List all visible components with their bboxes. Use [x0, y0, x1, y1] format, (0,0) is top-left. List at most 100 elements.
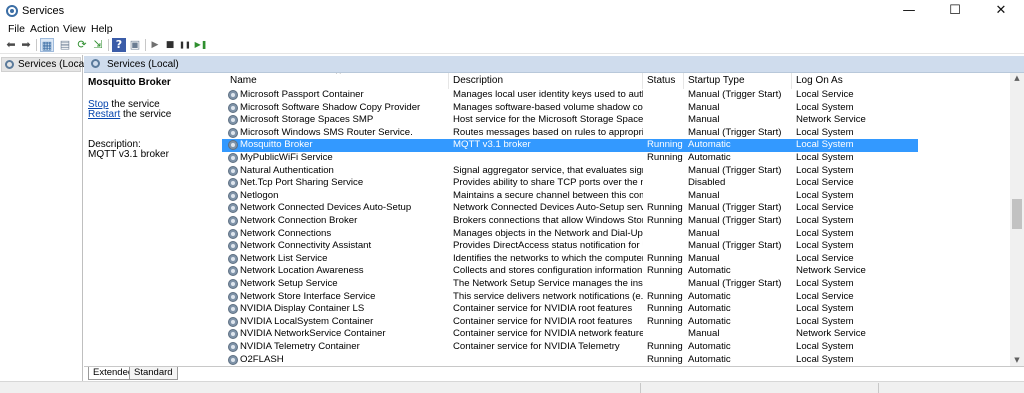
service-gear-icon: [228, 241, 238, 252]
close-button[interactable]: ✕: [978, 0, 1024, 22]
service-startup-type: Automatic: [688, 152, 731, 163]
table-row[interactable]: Natural Authentication Signal aggregator …: [222, 165, 1010, 178]
service-gear-icon: [228, 342, 238, 352]
service-name: MyPublicWiFi Service: [240, 152, 333, 163]
table-row[interactable]: Network Connected Devices Auto-Setup Netw…: [222, 202, 1010, 215]
service-description: Container service for NVIDIA root featur…: [453, 303, 633, 315]
service-startup-type: Manual: [688, 252, 720, 264]
restart-service-suffix: the service: [120, 109, 172, 120]
maximize-button[interactable]: ☐: [932, 0, 978, 22]
table-row[interactable]: Microsoft Windows SMS Router Service. Rou…: [222, 127, 1010, 140]
status-bar: [0, 381, 1024, 393]
menu-action[interactable]: Action: [30, 23, 59, 35]
service-gear-icon: [228, 279, 238, 289]
service-log-on-as: Local System: [796, 152, 854, 163]
mmc-icon[interactable]: ▣: [128, 38, 142, 52]
table-row[interactable]: NVIDIA Telemetry Container Container serv…: [222, 341, 1010, 354]
status-divider: [640, 383, 641, 393]
scrollbar-thumb[interactable]: [1012, 199, 1022, 229]
table-row[interactable]: Microsoft Passport Container Manages loca…: [222, 89, 1010, 102]
pause-icon[interactable]: ❚❚: [178, 38, 192, 52]
console-tree-pane: Services (Local): [0, 55, 90, 381]
service-status: [647, 177, 685, 190]
help-icon[interactable]: ?: [112, 38, 126, 52]
service-startup-type: Automatic: [688, 303, 731, 315]
table-row[interactable]: O2FLASH Running Automatic Local System: [222, 354, 1010, 366]
table-row[interactable]: Network Connectivity Assistant Provides D…: [222, 240, 1010, 253]
service-gear-icon: [228, 140, 238, 151]
service-startup-type: Automatic: [688, 139, 731, 151]
table-row[interactable]: MyPublicWiFi Service Running Automatic Loca…: [222, 152, 1010, 165]
service-description: Provides ability to share TCP ports over…: [453, 177, 643, 189]
service-gear-icon: [228, 316, 238, 327]
service-startup-type: Manual (Trigger Start): [688, 240, 782, 252]
table-row[interactable]: Netlogon Maintains a secure channel betwe…: [222, 190, 1010, 203]
results-pane-header: Services (Local): [84, 56, 1024, 73]
back-arrow-icon[interactable]: ⬅: [4, 38, 18, 52]
service-description: Container service for NVIDIA root featur…: [453, 315, 633, 327]
vertical-scrollbar[interactable]: ▲ ▼: [1010, 73, 1024, 366]
forward-arrow-icon[interactable]: ➡: [19, 38, 33, 52]
description-text: MQTT v3.1 broker: [88, 149, 169, 160]
service-status: Running: [647, 315, 683, 327]
service-startup-type: Manual (Trigger Start): [688, 215, 782, 226]
service-status: Running: [647, 152, 683, 163]
menu-help[interactable]: Help: [91, 23, 113, 35]
table-row[interactable]: Network Store Interface Service This serv…: [222, 291, 1010, 304]
restart-icon[interactable]: ▶❚: [194, 38, 208, 52]
restart-service-link[interactable]: Restart: [88, 109, 120, 120]
service-description: Provides DirectAccess status notificatio…: [453, 240, 643, 252]
service-description: Manages objects in the Network and Dial-…: [453, 227, 643, 239]
service-log-on-as: Network Service: [796, 265, 866, 277]
service-description: This service delivers network notificati…: [453, 290, 643, 302]
service-name: Natural Authentication: [240, 164, 334, 176]
service-log-on-as: Local Service: [796, 89, 854, 100]
service-status: Running: [647, 353, 683, 365]
scroll-down-icon[interactable]: ▼: [1012, 356, 1022, 364]
table-row[interactable]: Microsoft Storage Spaces SMP Host service…: [222, 114, 1010, 127]
service-status: [647, 278, 685, 291]
services-list: ^ Name Description Status Startup Type L…: [222, 73, 1010, 366]
table-row[interactable]: NVIDIA LocalSystem Container Container se…: [222, 316, 1010, 329]
properties-icon[interactable]: ▤: [58, 38, 72, 52]
service-name: Microsoft Software Shadow Copy Provider: [240, 101, 421, 113]
menu-file[interactable]: File: [8, 23, 25, 35]
tree-item-services-local[interactable]: Services (Local): [1, 57, 90, 72]
table-row[interactable]: Network Connections Manages objects in th…: [222, 228, 1010, 241]
toolbar-separator: [108, 39, 109, 51]
table-row[interactable]: Network Location Awareness Collects and s…: [222, 265, 1010, 278]
console-tree-icon[interactable]: ▦: [40, 38, 54, 52]
play-icon[interactable]: ▶: [148, 38, 162, 52]
service-description: [453, 354, 643, 366]
table-row[interactable]: NVIDIA Display Container LS Container ser…: [222, 303, 1010, 316]
service-gear-icon: [228, 203, 238, 214]
refresh-icon[interactable]: ⟳: [75, 38, 89, 52]
stop-icon[interactable]: ■: [163, 38, 177, 52]
toolbar-separator: [36, 39, 37, 51]
table-row[interactable]: Mosquitto Broker MQTT v3.1 broker Running A…: [222, 139, 918, 152]
column-header-status[interactable]: Status: [643, 73, 684, 89]
column-header-row: ^ Name Description Status Startup Type L…: [222, 73, 1010, 89]
table-row[interactable]: Network Setup Service The Network Setup S…: [222, 278, 1010, 291]
service-gear-icon: [228, 115, 238, 126]
column-header-description[interactable]: Description: [449, 73, 643, 89]
column-header-name[interactable]: Name: [222, 73, 449, 89]
table-row[interactable]: Net.Tcp Port Sharing Service Provides abi…: [222, 177, 1010, 190]
service-description: Host service for the Microsoft Storage S…: [453, 114, 643, 126]
table-row[interactable]: Microsoft Software Shadow Copy Provider M…: [222, 102, 1010, 115]
minimize-button[interactable]: —: [886, 0, 932, 22]
service-status: Running: [647, 215, 683, 226]
menu-view[interactable]: View: [63, 23, 86, 35]
service-gear-icon: [228, 291, 238, 302]
service-status: [647, 102, 685, 115]
export-list-icon[interactable]: ⇲: [91, 38, 105, 52]
table-row[interactable]: Network List Service Identifies the netwo…: [222, 253, 1010, 266]
service-log-on-as: Local System: [796, 278, 854, 289]
tab-standard[interactable]: Standard: [129, 367, 178, 380]
column-header-log-on-as[interactable]: Log On As: [792, 73, 1010, 89]
service-gear-icon: [228, 253, 238, 264]
table-row[interactable]: Network Connection Broker Brokers connect…: [222, 215, 1010, 228]
table-row[interactable]: NVIDIA NetworkService Container Container…: [222, 328, 1010, 341]
scroll-up-icon[interactable]: ▲: [1012, 74, 1022, 82]
column-header-startup-type[interactable]: Startup Type: [684, 73, 792, 89]
